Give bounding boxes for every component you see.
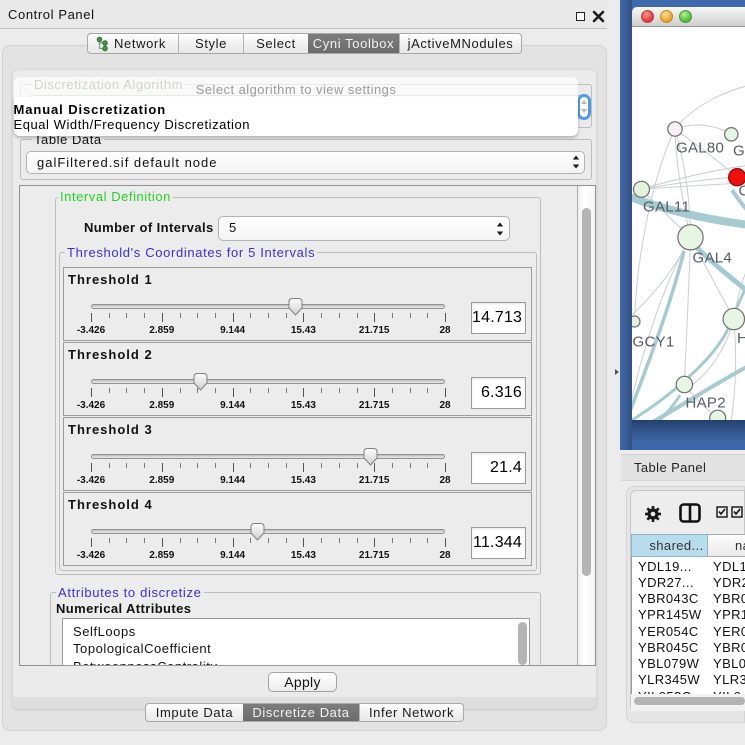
svg-text:HAP2: HAP2 — [686, 395, 726, 412]
svg-text:GAL11: GAL11 — [643, 199, 690, 216]
svg-text:C: C — [739, 183, 745, 200]
svg-text:GAL4: GAL4 — [693, 250, 733, 267]
svg-text:GAL80: GAL80 — [676, 140, 724, 157]
svg-text:GCY1: GCY1 — [633, 334, 675, 351]
svg-text:GA: GA — [733, 143, 745, 160]
svg-text:H: H — [737, 330, 745, 347]
